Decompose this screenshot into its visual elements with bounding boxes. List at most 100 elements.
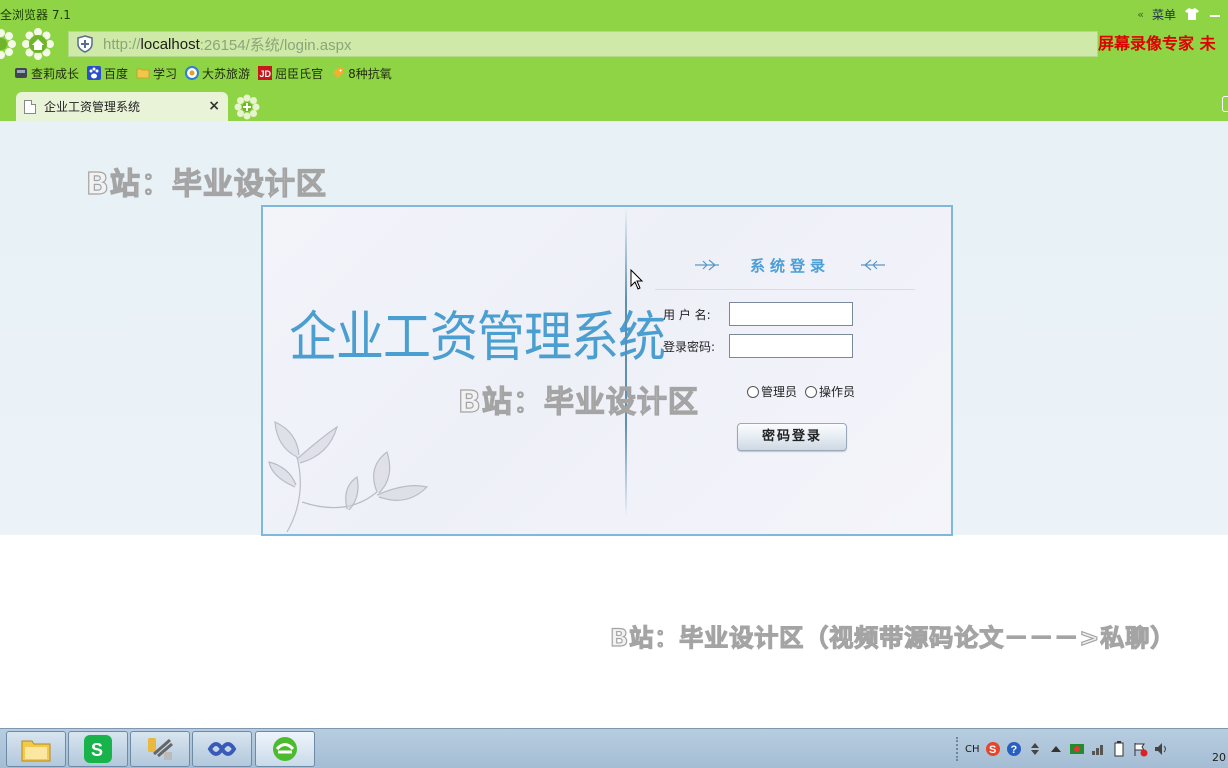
- menu-button[interactable]: 菜单: [1152, 6, 1176, 23]
- url-host: localhost: [140, 35, 200, 53]
- address-bar[interactable]: http://localhost:26154/系统/login.aspx: [68, 31, 1098, 57]
- minimize-button[interactable]: [1208, 7, 1222, 21]
- mouse-cursor-icon: [630, 269, 644, 290]
- tab-active[interactable]: 企业工资管理系统 ×: [16, 92, 228, 121]
- database-tools-icon: [148, 738, 173, 760]
- password-row: 登录密码:: [663, 334, 853, 358]
- settings-arrow-icon[interactable]: [1027, 741, 1043, 757]
- watermark-text: B站：毕业设计区: [457, 384, 699, 420]
- bookmark-label: 学习: [153, 66, 178, 81]
- title-bar: 全浏览器 7.1 « 菜单: [0, 0, 1228, 28]
- browser-chrome: 全浏览器 7.1 « 菜单 http://localhost:26154/系统/…: [0, 0, 1228, 121]
- page-content: B站：毕业设计区 企业工资管理系统 系统登录 用 户 名: 登录密码: 管理员 …: [0, 121, 1228, 728]
- infinity-app-icon: [207, 742, 237, 756]
- chevron-left-icon[interactable]: «: [1137, 8, 1144, 21]
- system-title: 企业工资管理系统: [289, 306, 666, 370]
- bookmark-item[interactable]: 8种抗氧: [331, 65, 392, 82]
- taskbar-tools[interactable]: [130, 731, 190, 767]
- taskbar-browser[interactable]: [255, 731, 315, 767]
- globe-icon: [185, 66, 200, 80]
- bookmark-folder[interactable]: 学习: [136, 65, 177, 82]
- new-tab-icon[interactable]: [234, 94, 260, 120]
- bookmark-item[interactable]: 查莉成长: [14, 65, 79, 82]
- operator-radio[interactable]: [805, 385, 818, 398]
- svg-text:?: ?: [1010, 744, 1017, 756]
- taskbar-explorer[interactable]: [6, 731, 66, 767]
- operator-radio-label: 操作员: [819, 385, 856, 399]
- clock[interactable]: 20: [1212, 751, 1226, 764]
- arrow-ornament-right-icon: [860, 259, 885, 271]
- folder-icon: [21, 740, 51, 762]
- battery-icon[interactable]: [1111, 741, 1127, 757]
- help-icon[interactable]: ?: [1006, 741, 1022, 757]
- login-button[interactable]: 密码登录: [737, 423, 847, 451]
- chevron-up-icon[interactable]: [1048, 741, 1064, 757]
- sogou-input-icon[interactable]: S: [985, 741, 1001, 757]
- shield-icon: [77, 35, 93, 53]
- login-title: 系统登录: [749, 256, 830, 275]
- page-icon: [24, 99, 36, 114]
- tab-title: 企业工资管理系统: [44, 100, 141, 114]
- role-radio-group: 管理员 操作员: [747, 383, 859, 400]
- bookmark-label: 查莉成长: [31, 66, 80, 81]
- svg-text:S: S: [989, 744, 996, 756]
- watermark-text: B站：毕业设计区: [85, 166, 327, 202]
- bookmark-item[interactable]: 百度: [87, 65, 128, 82]
- login-header: 系统登录: [695, 253, 885, 277]
- admin-radio[interactable]: [747, 385, 759, 398]
- browser-app-icon: [273, 737, 297, 761]
- tab-strip: 企业工资管理系统 ×: [0, 90, 1228, 121]
- bookmark-label: 屈臣氏官: [275, 66, 324, 81]
- username-row: 用 户 名:: [663, 302, 853, 326]
- header-divider: [655, 289, 915, 290]
- url-path: :26154/系统/login.aspx: [199, 36, 352, 54]
- spreadsheet-app-icon: S: [84, 735, 112, 763]
- jd-icon: JD: [258, 66, 273, 80]
- tray-grip: [956, 737, 960, 761]
- password-label: 登录密码:: [663, 339, 716, 354]
- navigation-row: http://localhost:26154/系统/login.aspx 屏幕录…: [0, 28, 1228, 60]
- flower-logo-icon: [0, 29, 16, 59]
- svg-text:S: S: [91, 740, 103, 760]
- ime-indicator[interactable]: CH: [965, 744, 980, 755]
- tag-icon: [333, 68, 344, 78]
- tab-list-icon[interactable]: [1222, 96, 1228, 112]
- action-center-flag-icon[interactable]: [1132, 741, 1148, 757]
- taskbar: S CH S ? 20: [0, 728, 1228, 768]
- baidu-paw-icon: [87, 66, 102, 80]
- bookmark-label: 大苏旅游: [202, 66, 251, 81]
- taskbar-wps[interactable]: S: [68, 731, 128, 767]
- bookmark-label: 8种抗氧: [348, 66, 392, 81]
- admin-radio-label: 管理员: [761, 385, 798, 399]
- svg-text:JD: JD: [260, 69, 272, 79]
- folder-icon: [136, 68, 150, 79]
- username-label: 用 户 名:: [663, 307, 711, 322]
- watermark-text: B站：毕业设计区（视频带源码论文－－－>私聊）: [609, 623, 1176, 652]
- username-input[interactable]: [729, 302, 853, 326]
- signal-icon[interactable]: [1090, 741, 1106, 757]
- role-operator-option[interactable]: 操作员: [805, 383, 855, 400]
- recorder-watermark: 屏幕录像专家 未: [1098, 34, 1216, 53]
- leaf-decoration-icon: [268, 421, 429, 533]
- bookmarks-bar: 查莉成长 百度 学习 大苏旅游 JD 屈臣氏官 8种抗氧: [0, 63, 1228, 83]
- login-panel: 企业工资管理系统 系统登录 用 户 名: 登录密码: 管理员 操作员 密码登录: [261, 205, 953, 536]
- password-input[interactable]: [729, 334, 853, 358]
- arrow-ornament-left-icon: [695, 259, 719, 271]
- volume-icon[interactable]: [1153, 741, 1169, 757]
- panel-divider: [625, 207, 627, 517]
- network-green-icon[interactable]: [1069, 741, 1085, 757]
- system-tray: CH S ?: [956, 737, 1169, 761]
- bookmark-item[interactable]: JD 屈臣氏官: [258, 65, 323, 82]
- bookmark-item[interactable]: 大苏旅游: [185, 65, 250, 82]
- home-icon[interactable]: [22, 28, 54, 60]
- skin-shirt-icon[interactable]: [1184, 7, 1200, 21]
- close-tab-icon[interactable]: ×: [208, 98, 220, 114]
- app-title: 全浏览器 7.1: [0, 8, 71, 22]
- menu-area: « 菜单: [1137, 4, 1228, 24]
- taskbar-visual-studio[interactable]: [192, 731, 252, 767]
- branding-pane: 企业工资管理系统: [263, 207, 666, 534]
- role-admin-option[interactable]: 管理员: [747, 383, 797, 400]
- bookmark-icon: [15, 68, 27, 78]
- bookmark-label: 百度: [104, 66, 129, 81]
- url-protocol: http://: [103, 35, 141, 53]
